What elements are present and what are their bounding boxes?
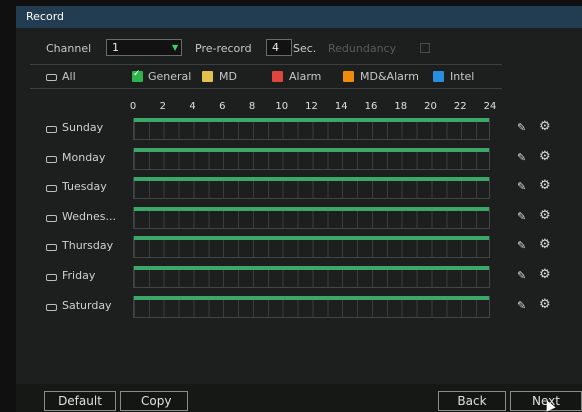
day-checkbox[interactable] [46,214,57,222]
channel-select[interactable]: 1 ▼ [106,39,182,56]
channel-label: Channel [46,42,92,55]
hour-tick-label: 8 [248,101,256,112]
all-label: All [62,70,76,83]
day-label: Tuesday [62,180,107,194]
edit-pencil-icon[interactable]: ✎ [517,180,526,193]
prerecord-label: Pre-record [195,42,252,55]
title-bar: Record [16,6,582,28]
prerecord-input[interactable]: 4 [266,39,292,56]
redundancy-checkbox [420,43,430,53]
day-label: Thursday [62,239,114,253]
day-label: Sunday [62,121,104,134]
schedule-bar[interactable] [134,147,489,152]
day-checkbox[interactable] [46,185,57,193]
edit-pencil-icon[interactable]: ✎ [517,299,526,312]
schedule-bar[interactable] [134,206,489,211]
day-timeline[interactable] [133,295,490,318]
legend-intel-label: Intel [450,70,475,83]
gear-icon[interactable]: ⚙ [539,208,551,223]
back-button[interactable]: Back [438,391,506,411]
day-checkbox[interactable] [46,155,57,163]
hour-tick-label: 0 [129,101,137,112]
hour-tick-label: 2 [159,101,166,112]
hour-tick-label: 18 [394,101,408,112]
prerecord-unit: Sec. [293,42,317,55]
schedule-bar[interactable] [134,236,489,241]
edit-pencil-icon[interactable]: ✎ [517,239,526,252]
divider [30,88,502,89]
schedule-bar[interactable] [134,177,489,182]
default-button[interactable]: Default [44,391,116,411]
copy-button[interactable]: Copy [120,391,188,411]
window-title: Record [26,10,65,23]
day-checkbox[interactable] [46,126,57,133]
prerecord-value: 4 [272,41,279,54]
schedule-bar[interactable] [134,295,489,300]
gear-icon[interactable]: ⚙ [539,237,551,252]
day-label: Friday [62,269,96,282]
gear-icon[interactable]: ⚙ [539,178,551,193]
chevron-down-icon: ▼ [172,43,179,52]
gear-icon[interactable]: ⚙ [539,119,551,134]
day-timeline[interactable] [133,118,490,140]
legend-intel-swatch[interactable] [433,71,444,82]
hour-tick-label: 4 [189,101,196,112]
legend-md-label: MD [219,70,237,83]
gear-icon[interactable]: ⚙ [539,297,551,312]
day-label: Saturday [62,298,112,312]
check-icon: ✓ [133,69,141,79]
legend-alarm-label: Alarm [289,70,322,83]
legend-general-label: General [148,70,192,83]
hour-tick-label: 16 [364,101,378,112]
schedule-bar[interactable] [134,118,489,122]
day-timeline[interactable] [133,206,490,229]
divider [30,64,502,65]
all-checkbox[interactable] [46,74,57,81]
edit-pencil-icon[interactable]: ✎ [517,151,526,164]
day-label: Wednes... [62,209,116,223]
day-timeline[interactable] [133,147,490,170]
hour-tick-label: 12 [305,101,318,112]
legend-mdalarm-swatch[interactable] [343,71,354,82]
edit-pencil-icon[interactable]: ✎ [517,269,526,282]
gear-icon[interactable]: ⚙ [539,267,551,282]
hour-tick-label: 6 [219,101,226,112]
day-checkbox[interactable] [46,303,57,311]
schedule-bar[interactable] [134,266,489,270]
day-timeline[interactable] [133,266,490,288]
legend-alarm-swatch[interactable] [272,71,283,82]
gear-icon[interactable]: ⚙ [539,149,551,164]
legend-general-checkbox[interactable]: ✓ [132,69,143,82]
day-checkbox[interactable] [46,244,57,252]
hour-tick-label: 14 [334,101,348,112]
legend-md-swatch[interactable] [202,71,213,82]
channel-value: 1 [112,41,119,54]
hour-tick-label: 10 [275,101,289,112]
day-checkbox[interactable] [46,274,57,281]
legend-mdalarm-label: MD&Alarm [360,70,419,83]
edit-pencil-icon[interactable]: ✎ [517,210,526,223]
hour-tick-label: 24 [483,101,497,112]
day-timeline[interactable] [133,177,490,200]
hour-tick-label: 20 [424,101,437,112]
day-label: Monday [62,150,106,164]
day-timeline[interactable] [133,236,490,259]
hour-tick-label: 22 [453,101,467,112]
redundancy-label: Redundancy [328,42,397,55]
edit-pencil-icon[interactable]: ✎ [517,121,526,134]
